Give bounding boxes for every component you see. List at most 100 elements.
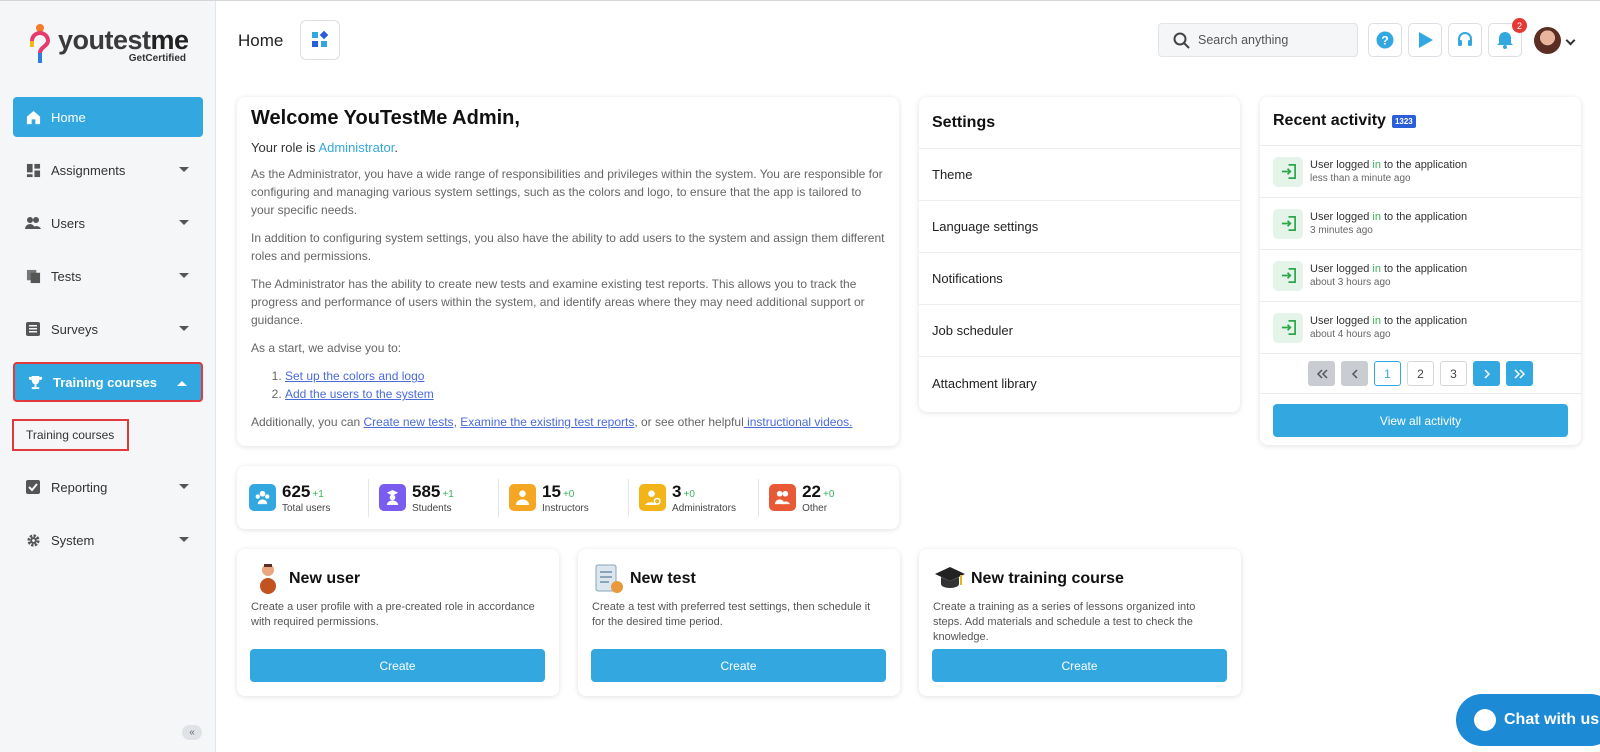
search-input[interactable] — [1198, 33, 1348, 47]
activity-row: User logged in to the application about 4… — [1260, 302, 1581, 354]
activity-text: User logged — [1310, 159, 1373, 171]
stat-other[interactable]: 22 +0 Other — [769, 479, 889, 517]
role-link[interactable]: Administrator — [318, 140, 394, 155]
sidebar-item-reporting[interactable]: Reporting — [13, 467, 203, 507]
activity-row: User logged in to the application about 3… — [1260, 250, 1581, 302]
create-user-button[interactable]: Create — [250, 649, 545, 682]
activity-time: about 3 hours ago — [1310, 277, 1391, 288]
welcome-paragraph-3: The Administrator has the ability to cre… — [251, 277, 865, 327]
new-user-card: New user Create a user profile with a pr… — [237, 549, 559, 696]
sidebar-item-surveys[interactable]: Surveys — [13, 309, 203, 349]
sidebar-item-users[interactable]: Users — [13, 203, 203, 243]
stat-label: Students — [412, 502, 452, 514]
add-users-link[interactable]: Add the users to the system — [285, 387, 434, 401]
dashboard-icon — [25, 162, 41, 178]
page-3-button[interactable]: 3 — [1440, 361, 1467, 386]
stat-students[interactable]: 585 +1 Students — [379, 478, 500, 517]
sidebar-item-training-courses[interactable]: Training courses — [13, 362, 203, 402]
card-description: Create a user profile with a pre-created… — [251, 601, 535, 628]
customize-dashboard-button[interactable] — [300, 20, 340, 60]
create-training-course-button[interactable]: Create — [932, 649, 1227, 682]
page-1-button[interactable]: 1 — [1374, 361, 1401, 386]
stat-label: Instructors — [542, 502, 589, 514]
notifications-button[interactable]: 2 — [1488, 18, 1527, 57]
settings-item-notifications[interactable]: Notifications — [919, 253, 1240, 305]
activity-pagination: 1 2 3 — [1260, 354, 1581, 394]
stat-label: Other — [802, 502, 828, 514]
stat-label: Total users — [282, 502, 331, 514]
chevron-down-icon[interactable] — [1565, 35, 1576, 46]
sidebar-item-assignments[interactable]: Assignments — [13, 150, 203, 190]
instructor-icon — [509, 484, 537, 511]
settings-item-theme[interactable]: Theme — [919, 149, 1240, 201]
avatar[interactable] — [1534, 27, 1561, 54]
support-button[interactable] — [1448, 23, 1482, 57]
activity-text: to the application — [1380, 159, 1468, 171]
stat-administrators[interactable]: 3 +0 Administrators — [639, 478, 760, 517]
search-box[interactable] — [1158, 23, 1358, 57]
users-group-icon — [249, 484, 276, 511]
video-tutorials-button[interactable] — [1408, 23, 1442, 57]
sidebar: youtestme GetCertified Home Assignments … — [0, 1, 216, 752]
sidebar-item-system[interactable]: System — [13, 520, 203, 560]
collapse-sidebar-button[interactable]: « — [182, 725, 202, 740]
welcome-card: Welcome YouTestMe Admin, Your role is Ad… — [237, 97, 899, 446]
create-tests-link[interactable]: Create new tests — [364, 415, 454, 429]
additional-prefix: Additionally, you can — [251, 415, 364, 429]
student-icon — [379, 484, 407, 511]
settings-item-attachment-library[interactable]: Attachment library — [919, 357, 1240, 409]
test-reports-link[interactable]: Examine the existing test reports — [460, 415, 634, 429]
stat-instructors[interactable]: 15 +0 Instructors — [509, 478, 630, 517]
activity-time: less than a minute ago — [1310, 173, 1411, 184]
other-users-icon — [769, 484, 797, 511]
new-test-card: New test Create a test with preferred te… — [578, 549, 900, 696]
welcome-paragraph-1: As the Administrator, you have a wide ra… — [251, 167, 883, 217]
first-page-button[interactable] — [1308, 361, 1335, 386]
sidebar-item-home[interactable]: Home — [13, 97, 203, 137]
activity-text: to the application — [1380, 263, 1468, 275]
stat-total-users[interactable]: 625 +1 Total users — [249, 478, 370, 517]
activity-row: User logged in to the application less th… — [1260, 146, 1581, 198]
chevron-left-icon — [1351, 368, 1358, 379]
play-icon — [1419, 32, 1433, 48]
login-icon — [1273, 260, 1303, 291]
activity-title: Recent activity — [1273, 112, 1386, 129]
user-stats-card: 625 +1 Total users 585 +1 Students 15 +0 Instr… — [237, 466, 899, 529]
logo[interactable]: youtestme GetCertified — [28, 21, 198, 67]
sidebar-item-tests[interactable]: Tests — [13, 256, 203, 296]
svg-text:?: ? — [1381, 34, 1388, 48]
sidebar-subitem-training-courses[interactable]: Training courses — [12, 419, 129, 451]
setup-colors-link[interactable]: Set up the colors and logo — [285, 369, 424, 383]
next-page-button[interactable] — [1473, 361, 1500, 386]
help-icon: ? — [1376, 31, 1394, 49]
card-title: New test — [630, 570, 696, 587]
sidebar-item-label: Users — [51, 215, 85, 231]
help-button[interactable]: ? — [1368, 23, 1402, 57]
chevron-down-icon — [179, 273, 189, 278]
page-title: Home — [238, 31, 284, 50]
stat-delta: +1 — [442, 488, 454, 500]
sidebar-item-label: Surveys — [51, 321, 98, 337]
sidebar-item-label: Tests — [51, 268, 82, 284]
settings-item-job-scheduler[interactable]: Job scheduler — [919, 305, 1240, 357]
list-item: Set up the colors and logo — [285, 367, 885, 385]
activity-text: to the application — [1380, 315, 1468, 327]
card-title: New user — [289, 570, 361, 587]
trophy-icon — [27, 374, 43, 390]
chat-widget-button[interactable]: Chat with us — [1456, 694, 1600, 746]
card-description: Create a training as a series of lessons… — [933, 601, 1196, 643]
prev-page-button[interactable] — [1341, 361, 1368, 386]
view-all-activity-button[interactable]: View all activity — [1273, 404, 1568, 437]
page-2-button[interactable]: 2 — [1407, 361, 1434, 386]
double-chevron-right-icon — [1513, 368, 1525, 379]
settings-item-language[interactable]: Language settings — [919, 201, 1240, 253]
welcome-paragraph-2: In addition to configuring system settin… — [251, 231, 885, 263]
create-test-button[interactable]: Create — [591, 649, 886, 682]
sidebar-item-label: Home — [51, 109, 86, 125]
instructional-videos-link[interactable]: instructional videos. — [744, 415, 852, 429]
chevron-down-icon — [179, 220, 189, 225]
home-icon — [25, 109, 41, 125]
activity-row: User logged in to the application 3 minut… — [1260, 198, 1581, 250]
last-page-button[interactable] — [1506, 361, 1533, 386]
activity-keyword: in — [1372, 211, 1381, 223]
